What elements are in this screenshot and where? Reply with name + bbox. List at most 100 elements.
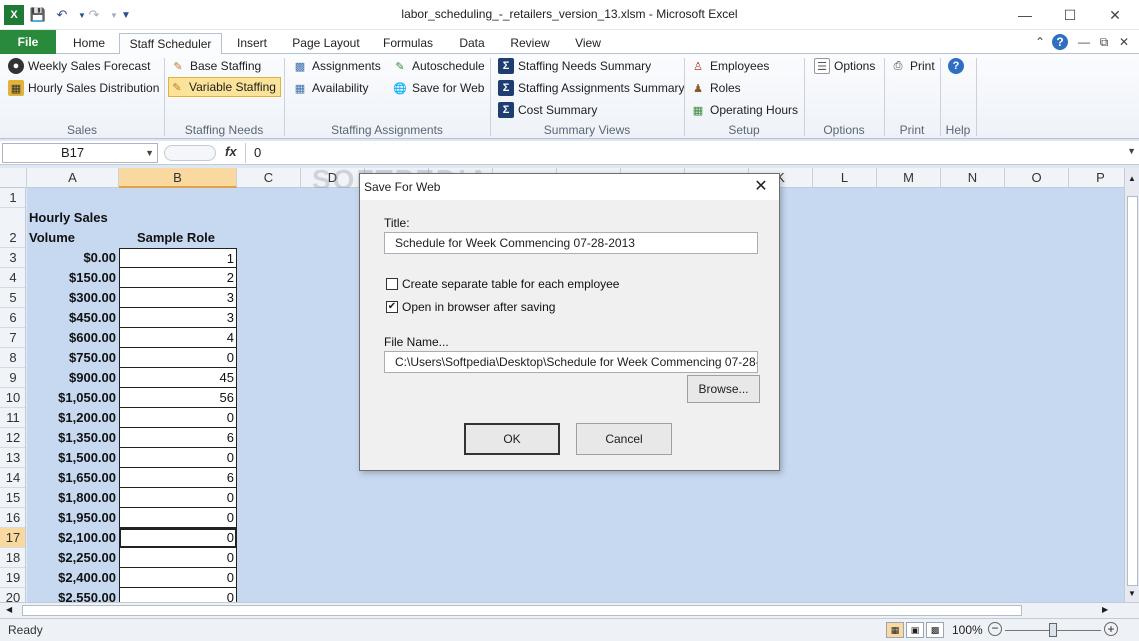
row-header[interactable]: 11	[0, 408, 25, 428]
cell-role-value[interactable]: 0	[119, 488, 237, 508]
formula-input[interactable]: 0	[245, 143, 1123, 163]
scroll-down-icon[interactable]: ▼	[1128, 589, 1136, 598]
column-header-l[interactable]: L	[813, 168, 877, 188]
page-layout-view-icon[interactable]: ▣	[906, 622, 924, 638]
formula-expand-control[interactable]	[164, 145, 216, 161]
options-button[interactable]: ☰ Options	[814, 56, 875, 76]
cell-sales-volume[interactable]: $1,800.00	[27, 488, 118, 508]
page-break-view-icon[interactable]: ▩	[926, 622, 944, 638]
open-browser-checkbox[interactable]: ✔	[386, 301, 398, 313]
weekly-sales-forecast-button[interactable]: ● Weekly Sales Forecast	[8, 56, 151, 76]
tab-view[interactable]: View	[564, 33, 612, 55]
assignments-button[interactable]: ▩ Assignments	[292, 56, 381, 76]
zoom-out-icon[interactable]: −	[988, 622, 1002, 636]
row-header[interactable]: 1	[0, 188, 25, 208]
expand-formula-bar-icon[interactable]: ▼	[1127, 146, 1136, 156]
row-header[interactable]: 20	[0, 588, 25, 602]
row-header[interactable]: 2	[0, 208, 25, 248]
chevron-down-icon[interactable]: ▼	[145, 144, 154, 162]
cell-role-value[interactable]: 3	[119, 288, 237, 308]
availability-button[interactable]: ▦ Availability	[292, 78, 369, 98]
row-header[interactable]: 4	[0, 268, 25, 288]
column-header-n[interactable]: N	[941, 168, 1005, 188]
row-header[interactable]: 13	[0, 448, 25, 468]
minimize-ribbon-icon[interactable]: ⌃	[1032, 34, 1048, 50]
cell-a2-header[interactable]: Volume	[29, 228, 75, 248]
tab-staff-scheduler[interactable]: Staff Scheduler	[119, 33, 222, 55]
cell-a1-header[interactable]: Hourly Sales	[29, 208, 108, 228]
browse-button[interactable]: Browse...	[687, 375, 760, 403]
horizontal-scrollbar[interactable]: ◀ ▶	[0, 602, 1139, 618]
title-input[interactable]: Schedule for Week Commencing 07-28-2013	[384, 232, 758, 254]
row-header[interactable]: 3	[0, 248, 25, 268]
close-icon[interactable]: ✕	[751, 177, 771, 197]
vertical-scroll-thumb[interactable]	[1127, 196, 1138, 586]
cell-sales-volume[interactable]: $1,950.00	[27, 508, 118, 528]
zoom-slider-thumb[interactable]	[1049, 623, 1057, 637]
cell-role-value[interactable]: 0	[119, 508, 237, 528]
row-header[interactable]: 8	[0, 348, 25, 368]
employees-button[interactable]: ♙ Employees	[690, 56, 769, 76]
cell-sales-volume[interactable]: $1,650.00	[27, 468, 118, 488]
row-header[interactable]: 6	[0, 308, 25, 328]
cell-sales-volume[interactable]: $900.00	[27, 368, 118, 388]
variable-staffing-button[interactable]: ✎ Variable Staffing	[168, 77, 281, 97]
row-header[interactable]: 15	[0, 488, 25, 508]
row-header[interactable]: 14	[0, 468, 25, 488]
staffing-needs-summary-button[interactable]: Σ Staffing Needs Summary	[498, 56, 651, 76]
cell-sales-volume[interactable]: $2,400.00	[27, 568, 118, 588]
column-header-c[interactable]: C	[237, 168, 301, 188]
cell-role-value[interactable]: 0	[119, 548, 237, 568]
scroll-left-icon[interactable]: ◀	[6, 605, 12, 614]
tab-data[interactable]: Data	[448, 33, 496, 55]
dialog-title-bar[interactable]: Save For Web ✕	[360, 174, 779, 200]
row-header[interactable]: 18	[0, 548, 25, 568]
cell-sales-volume[interactable]: $1,050.00	[27, 388, 118, 408]
minimize-button[interactable]: —	[1010, 4, 1040, 26]
row-header[interactable]: 7	[0, 328, 25, 348]
cell-role-value[interactable]: 6	[119, 468, 237, 488]
cell-role-value[interactable]: 6	[119, 428, 237, 448]
zoom-level[interactable]: 100%	[952, 623, 983, 637]
help-button[interactable]: ?	[948, 56, 968, 76]
cancel-button[interactable]: Cancel	[576, 423, 672, 455]
cell-sales-volume[interactable]: $1,350.00	[27, 428, 118, 448]
row-header[interactable]: 5	[0, 288, 25, 308]
cell-role-value[interactable]: 0	[119, 568, 237, 588]
roles-button[interactable]: ♟ Roles	[690, 78, 741, 98]
save-for-web-button[interactable]: 🌐 Save for Web	[392, 78, 484, 98]
staffing-assignments-summary-button[interactable]: Σ Staffing Assignments Summary	[498, 78, 685, 98]
cell-sales-volume[interactable]: $750.00	[27, 348, 118, 368]
file-name-input[interactable]: C:\Users\Softpedia\Desktop\Schedule for …	[384, 351, 758, 373]
cell-b17-active[interactable]: 0	[119, 528, 237, 548]
workbook-restore-icon[interactable]: ⧉	[1096, 34, 1112, 50]
tab-file[interactable]: File	[0, 30, 56, 54]
column-header-m[interactable]: M	[877, 168, 941, 188]
cell-sales-volume[interactable]: $0.00	[27, 248, 118, 268]
column-header-a[interactable]: A	[27, 168, 119, 188]
column-header-o[interactable]: O	[1005, 168, 1069, 188]
cell-sales-volume[interactable]: $2,550.00	[27, 588, 118, 602]
column-header-b[interactable]: B	[119, 168, 237, 188]
cell-role-value[interactable]: 0	[119, 348, 237, 368]
cell-role-value[interactable]: 4	[119, 328, 237, 348]
cell-role-value[interactable]: 0	[119, 408, 237, 428]
insert-function-icon[interactable]: fx	[225, 144, 237, 159]
row-header[interactable]: 9	[0, 368, 25, 388]
cost-summary-button[interactable]: Σ Cost Summary	[498, 100, 597, 120]
tab-insert[interactable]: Insert	[228, 33, 276, 55]
row-header[interactable]: 16	[0, 508, 25, 528]
open-browser-label[interactable]: Open in browser after saving	[402, 300, 555, 314]
cell-role-value[interactable]: 45	[119, 368, 237, 388]
close-window-button[interactable]: ✕	[1100, 4, 1130, 26]
tab-page-layout[interactable]: Page Layout	[284, 33, 368, 55]
cell-sales-volume[interactable]: $1,200.00	[27, 408, 118, 428]
cell-role-value[interactable]: 3	[119, 308, 237, 328]
row-header[interactable]: 10	[0, 388, 25, 408]
row-header-selected[interactable]: 17	[0, 528, 25, 548]
tab-formulas[interactable]: Formulas	[376, 33, 440, 55]
cell-role-value[interactable]: 0	[119, 448, 237, 468]
cell-role-value[interactable]: 0	[119, 588, 237, 602]
cell-b2-header[interactable]: Sample Role	[119, 228, 237, 248]
vertical-scrollbar[interactable]: ▲ ▼	[1124, 168, 1139, 602]
